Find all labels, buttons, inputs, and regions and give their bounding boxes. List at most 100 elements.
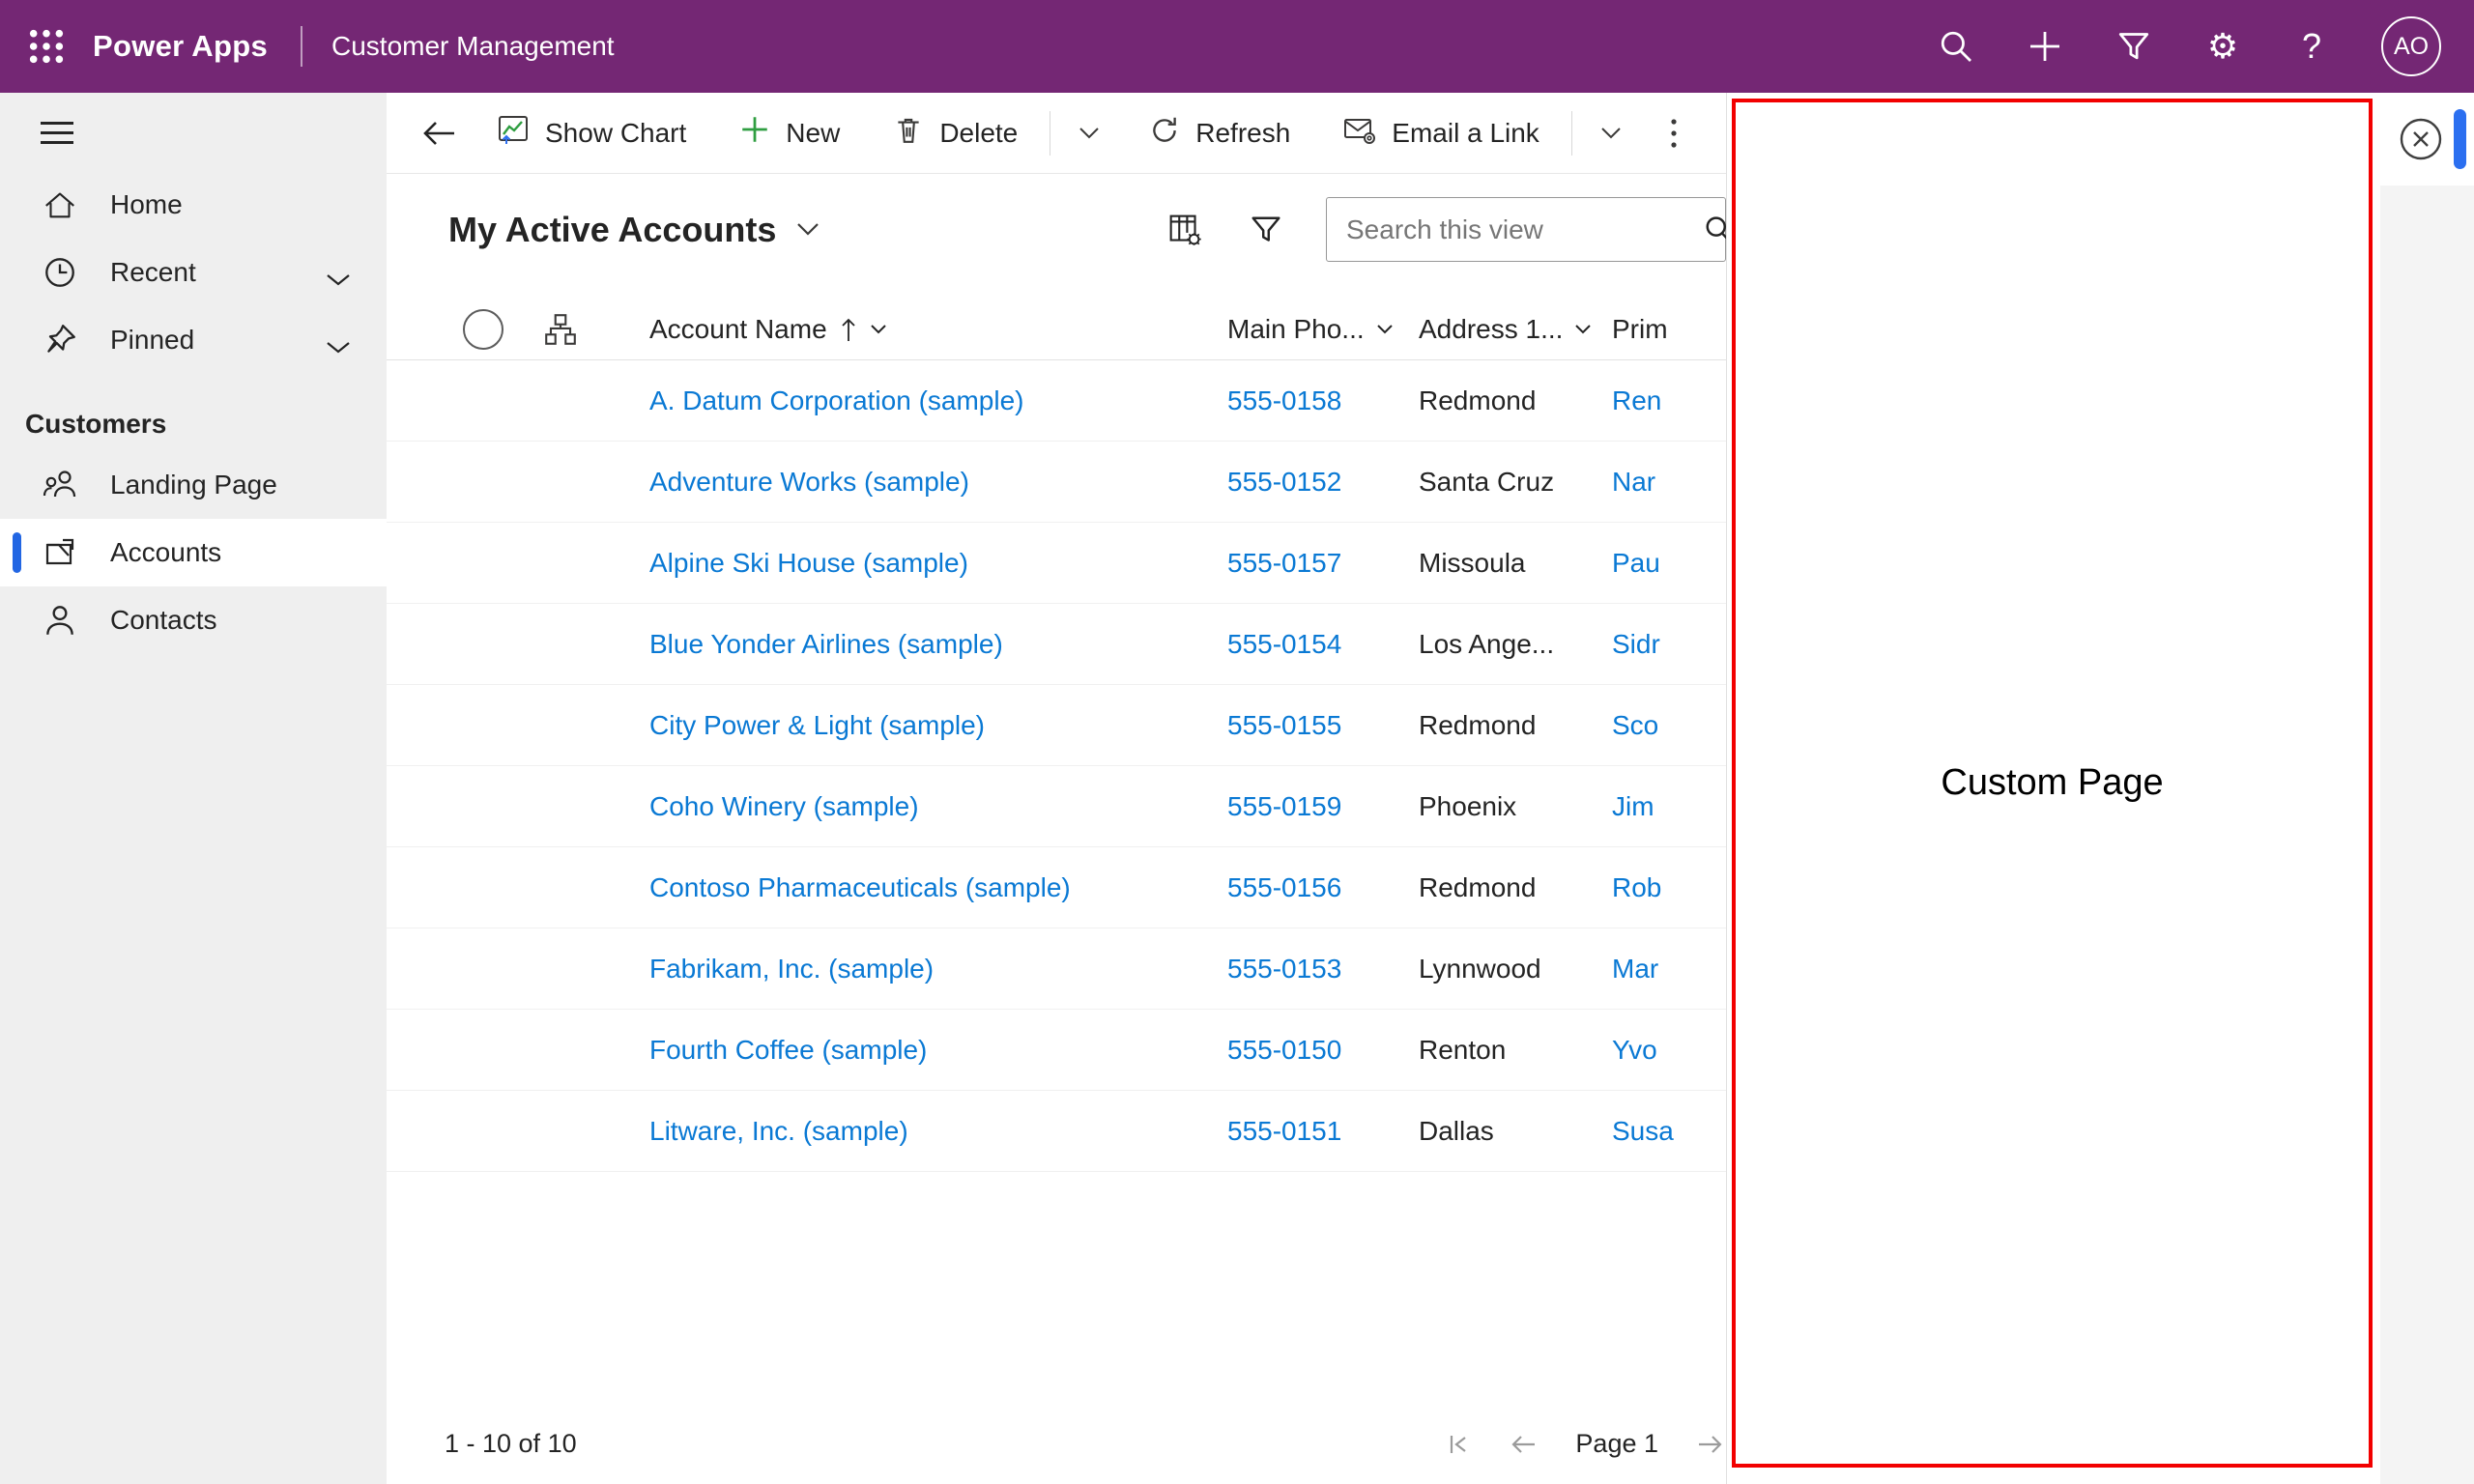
close-circle-icon[interactable] <box>2396 114 2446 164</box>
help-icon[interactable]: ? <box>2292 27 2331 66</box>
table-row[interactable]: Litware, Inc. (sample) 555-0151 Dallas S… <box>387 1091 1726 1172</box>
refresh-label: Refresh <box>1195 117 1291 148</box>
chevron-down-icon[interactable] <box>325 332 352 363</box>
main-phone-link[interactable]: 555-0156 <box>1227 872 1341 902</box>
previous-page-icon[interactable] <box>1508 1430 1540 1459</box>
avatar[interactable]: AO <box>2381 16 2441 76</box>
chevron-down-icon <box>797 223 820 236</box>
table-row[interactable]: Fabrikam, Inc. (sample) 555-0153 Lynnwoo… <box>387 928 1726 1010</box>
primary-contact-link[interactable]: Sidr <box>1612 629 1660 659</box>
table-row[interactable]: Coho Winery (sample) 555-0159 Phoenix Ji… <box>387 766 1726 847</box>
table-row[interactable]: Blue Yonder Airlines (sample) 555-0154 L… <box>387 604 1726 685</box>
pin-icon <box>41 322 79 358</box>
main-phone-link[interactable]: 555-0157 <box>1227 548 1341 578</box>
city-cell: Redmond <box>1419 385 1537 415</box>
column-header-main-phone[interactable]: Main Pho... <box>1227 314 1419 345</box>
show-chart-button[interactable]: Show Chart <box>470 102 712 164</box>
chevron-down-icon[interactable] <box>1056 102 1122 164</box>
sidebar-item-label: Landing Page <box>110 470 277 499</box>
sidebar-item-label: Home <box>110 189 183 219</box>
sidebar-item-contacts[interactable]: Contacts <box>0 586 387 654</box>
main-phone-link[interactable]: 555-0155 <box>1227 710 1341 740</box>
primary-contact-link[interactable]: Rob <box>1612 872 1661 902</box>
column-header-account-name[interactable]: Account Name <box>649 314 887 345</box>
delete-button[interactable]: Delete <box>866 102 1044 164</box>
filter-icon[interactable] <box>1245 209 1287 251</box>
account-name-link[interactable]: City Power & Light (sample) <box>649 710 985 741</box>
trash-icon <box>892 113 925 153</box>
column-label: Main Pho... <box>1227 313 1365 344</box>
account-name-link[interactable]: Blue Yonder Airlines (sample) <box>649 629 1003 660</box>
accounts-grid: Account Name Main Pho... Address 1... Pr… <box>387 299 1726 1172</box>
table-row[interactable]: A. Datum Corporation (sample) 555-0158 R… <box>387 360 1726 442</box>
hamburger-icon[interactable] <box>41 122 73 144</box>
main-phone-link[interactable]: 555-0158 <box>1227 385 1341 415</box>
refresh-button[interactable]: Refresh <box>1122 102 1316 164</box>
primary-contact-link[interactable]: Ren <box>1612 385 1661 415</box>
gear-icon[interactable]: ⚙ <box>2203 27 2242 66</box>
primary-contact-link[interactable]: Sco <box>1612 710 1658 740</box>
main-phone-link[interactable]: 555-0153 <box>1227 954 1341 984</box>
email-a-link-button[interactable]: Email a Link <box>1316 102 1566 164</box>
table-row[interactable]: City Power & Light (sample) 555-0155 Red… <box>387 685 1726 766</box>
main-phone-link[interactable]: 555-0151 <box>1227 1116 1341 1146</box>
main-phone-link[interactable]: 555-0159 <box>1227 791 1341 821</box>
custom-page-panel: Custom Page <box>1726 93 2474 1484</box>
sidebar-item-pinned[interactable]: Pinned <box>0 306 387 374</box>
pager: Page 1 <box>1444 1429 1726 1459</box>
account-name-link[interactable]: Fabrikam, Inc. (sample) <box>649 954 934 985</box>
filter-icon[interactable] <box>2114 27 2153 66</box>
account-name-link[interactable]: Alpine Ski House (sample) <box>649 548 968 579</box>
city-cell: Missoula <box>1419 547 1526 578</box>
sidebar-item-recent[interactable]: Recent <box>0 239 387 306</box>
page-label: Page 1 <box>1575 1429 1658 1458</box>
waffle-icon[interactable] <box>0 0 93 93</box>
chevron-down-icon[interactable] <box>325 265 352 296</box>
sidebar-item-landing-page[interactable]: Landing Page <box>0 451 387 519</box>
primary-contact-link[interactable]: Nar <box>1612 467 1655 497</box>
panel-scrollbar-thumb[interactable] <box>2454 109 2466 169</box>
main-phone-link[interactable]: 555-0150 <box>1227 1035 1341 1065</box>
account-name-link[interactable]: Adventure Works (sample) <box>649 467 969 498</box>
delete-label: Delete <box>939 117 1019 148</box>
first-page-icon[interactable] <box>1444 1430 1473 1459</box>
primary-contact-link[interactable]: Mar <box>1612 954 1658 984</box>
account-name-link[interactable]: Contoso Pharmaceuticals (sample) <box>649 872 1071 903</box>
avatar-initials: AO <box>2393 32 2430 60</box>
account-name-link[interactable]: Fourth Coffee (sample) <box>649 1035 927 1066</box>
new-button[interactable]: New <box>712 102 866 164</box>
table-row[interactable]: Alpine Ski House (sample) 555-0157 Misso… <box>387 523 1726 604</box>
gear-glyph: ⚙ <box>2206 26 2239 66</box>
main-phone-link[interactable]: 555-0152 <box>1227 467 1341 497</box>
view-selector[interactable]: My Active Accounts <box>448 210 820 250</box>
account-name-link[interactable]: Litware, Inc. (sample) <box>649 1116 908 1147</box>
app-header: Power Apps Customer Management ⚙ ? AO <box>0 0 2474 93</box>
search-icon[interactable] <box>1937 27 1975 66</box>
account-name-link[interactable]: A. Datum Corporation (sample) <box>649 385 1023 416</box>
edit-columns-icon[interactable] <box>1164 209 1206 251</box>
primary-contact-link[interactable]: Yvo <box>1612 1035 1657 1065</box>
back-arrow-icon[interactable] <box>408 102 470 164</box>
primary-contact-link[interactable]: Jim <box>1612 791 1654 821</box>
add-icon[interactable] <box>2026 27 2064 66</box>
app-name[interactable]: Power Apps <box>93 29 268 64</box>
primary-contact-link[interactable]: Pau <box>1612 548 1660 578</box>
sidebar-item-accounts[interactable]: Accounts <box>0 519 387 586</box>
plus-icon <box>738 113 771 153</box>
chevron-down-icon[interactable] <box>1578 102 1644 164</box>
chevron-down-icon <box>1376 324 1393 333</box>
panel-side-strip <box>2380 93 2474 1484</box>
column-header-address[interactable]: Address 1... <box>1419 314 1612 345</box>
search-input[interactable] <box>1327 214 1695 245</box>
more-vertical-icon[interactable] <box>1644 102 1704 164</box>
account-name-link[interactable]: Coho Winery (sample) <box>649 791 919 822</box>
table-row[interactable]: Fourth Coffee (sample) 555-0150 Renton Y… <box>387 1010 1726 1091</box>
table-row[interactable]: Adventure Works (sample) 555-0152 Santa … <box>387 442 1726 523</box>
primary-contact-link[interactable]: Susa <box>1612 1116 1674 1146</box>
next-page-icon[interactable] <box>1693 1430 1726 1459</box>
select-all-checkbox[interactable] <box>463 308 503 350</box>
sidebar-item-home[interactable]: Home <box>0 171 387 239</box>
table-row[interactable]: Contoso Pharmaceuticals (sample) 555-015… <box>387 847 1726 928</box>
column-header-primary-contact[interactable]: Prim <box>1612 314 1726 345</box>
main-phone-link[interactable]: 555-0154 <box>1227 629 1341 659</box>
